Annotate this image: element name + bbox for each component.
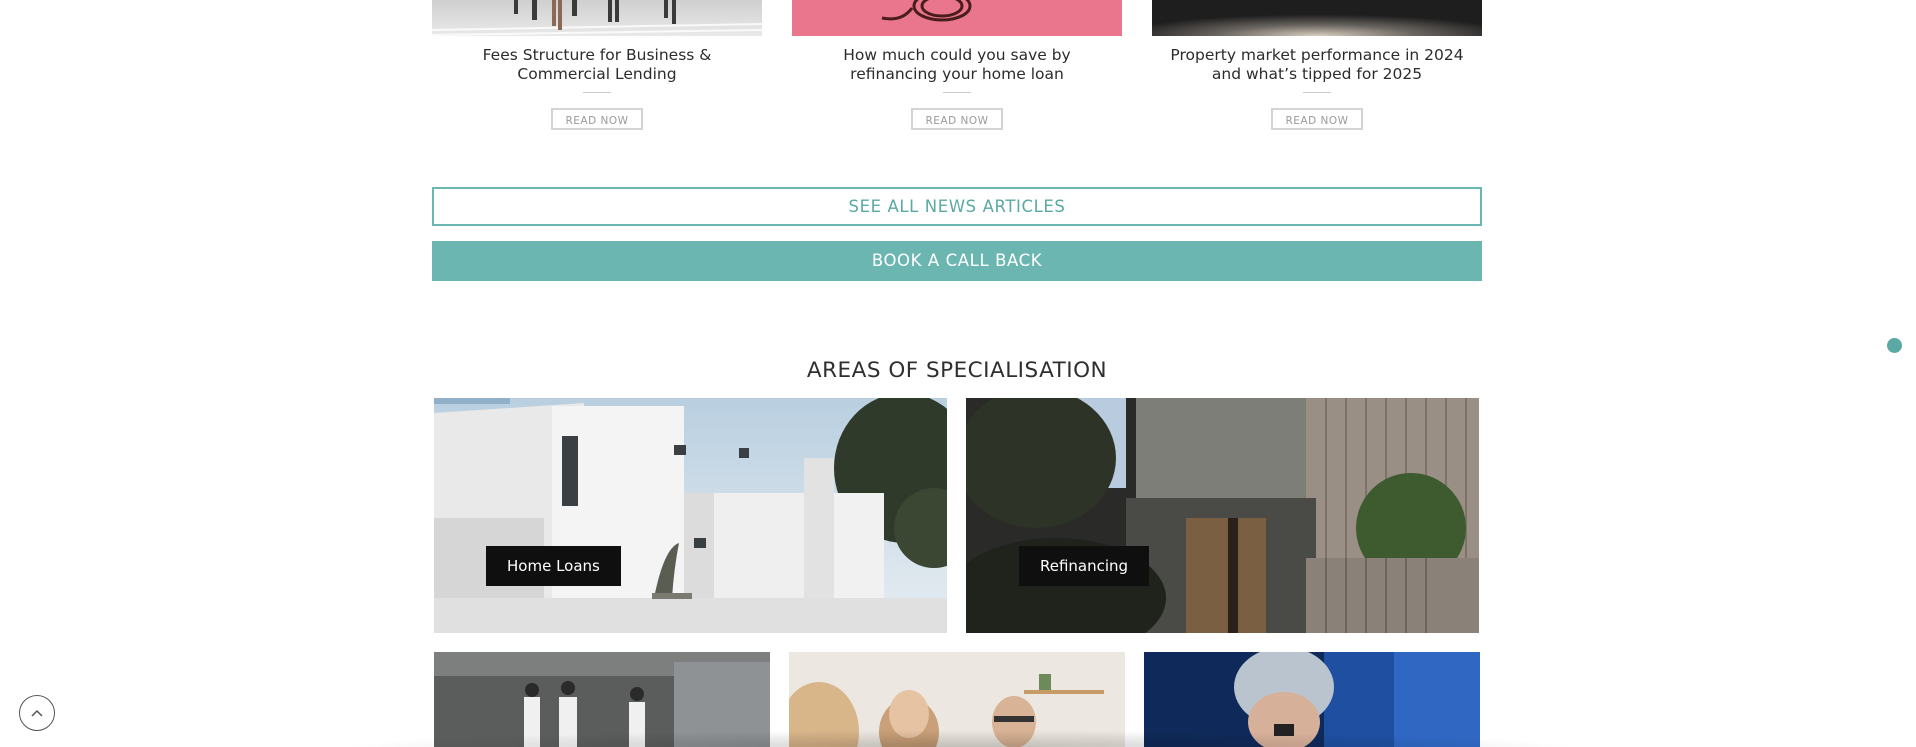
chat-dot-icon[interactable] <box>1887 338 1902 353</box>
tile-label[interactable]: Home Loans <box>486 546 621 586</box>
scroll-to-top-button[interactable] <box>19 695 55 731</box>
article-image[interactable] <box>792 0 1122 36</box>
divider <box>583 92 611 93</box>
specialisation-tile[interactable] <box>1144 652 1480 747</box>
home-loans-image <box>434 398 947 633</box>
article-title[interactable]: How much could you save by refinancing y… <box>800 46 1114 84</box>
divider <box>943 92 971 93</box>
divider <box>1303 92 1331 93</box>
article-title[interactable]: Property market performance in 2024 and … <box>1160 46 1474 84</box>
tile-image <box>434 652 770 747</box>
section-heading: AREAS OF SPECIALISATION <box>806 358 1108 383</box>
article-image[interactable] <box>432 0 762 36</box>
read-now-button[interactable]: READ NOW <box>911 108 1003 130</box>
article-card: How much could you save by refinancing y… <box>792 0 1122 130</box>
specialisation-tile[interactable] <box>789 652 1125 747</box>
article-card: Property market performance in 2024 and … <box>1152 0 1482 130</box>
read-now-button[interactable]: READ NOW <box>1271 108 1363 130</box>
refinancing-tile[interactable]: Refinancing <box>966 398 1479 633</box>
news-articles-row: Fees Structure for Business & Commercial… <box>432 0 1482 130</box>
article-image[interactable] <box>1152 0 1482 36</box>
home-loans-tile[interactable]: Home Loans <box>434 398 947 633</box>
refinancing-image <box>966 398 1479 633</box>
article-title[interactable]: Fees Structure for Business & Commercial… <box>440 46 754 84</box>
specialisation-tile[interactable] <box>434 652 770 747</box>
book-call-back-button[interactable]: BOOK A CALL BACK <box>432 241 1482 281</box>
tile-image <box>1144 652 1480 747</box>
chevron-up-icon <box>31 709 43 717</box>
tile-image <box>789 652 1125 747</box>
tile-label[interactable]: Refinancing <box>1019 546 1150 586</box>
see-all-news-button[interactable]: SEE ALL NEWS ARTICLES <box>432 187 1482 226</box>
read-now-button[interactable]: READ NOW <box>551 108 643 130</box>
article-card: Fees Structure for Business & Commercial… <box>432 0 762 130</box>
